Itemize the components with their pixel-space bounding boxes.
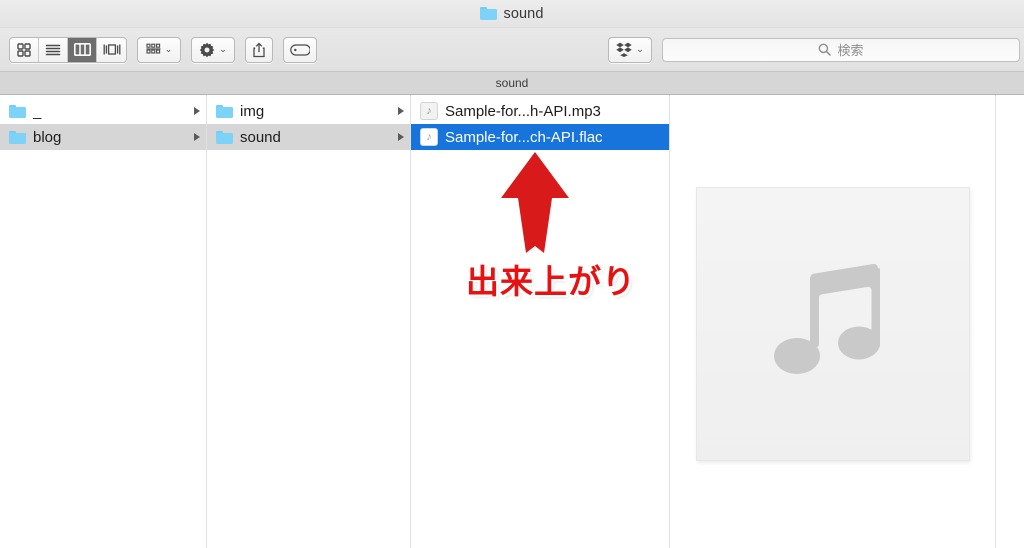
search-placeholder: 検索 (837, 43, 864, 58)
chevron-right-icon (194, 107, 200, 115)
preview-thumbnail (696, 187, 970, 461)
arrange-button[interactable]: ⌄ (137, 36, 181, 63)
list-item[interactable]: ♪ Sample-for...h-API.mp3 (411, 98, 669, 124)
music-file-icon: ♪ (420, 128, 438, 146)
share-button[interactable] (245, 36, 273, 63)
chevron-right-icon (398, 107, 404, 115)
coverflow-view-button[interactable] (97, 37, 126, 62)
chevron-down-icon: ⌄ (636, 44, 644, 54)
arrange-icon (146, 43, 161, 54)
column-3[interactable]: ♪ Sample-for...h-API.mp3 ♪ Sample-for...… (411, 95, 670, 548)
list-icon (45, 44, 61, 55)
search-icon (819, 43, 832, 56)
share-icon (253, 42, 265, 57)
folder-icon (216, 104, 233, 118)
chevron-down-icon: ⌄ (164, 44, 173, 54)
folder-icon (9, 104, 26, 118)
grid-icon (17, 42, 31, 57)
dropbox-icon (616, 42, 632, 57)
action-button[interactable]: ⌄ (191, 36, 235, 63)
list-view-button[interactable] (39, 37, 68, 62)
toolbar-left-group: ⌄ ⌄ (0, 36, 317, 63)
column-browser: _ blog img sound ♪ Sample-for...h-API.mp… (0, 95, 1024, 548)
dropbox-button[interactable]: ⌄ (608, 36, 652, 63)
column-view-button[interactable] (68, 37, 97, 62)
search-input[interactable]: 検索 (662, 37, 1020, 62)
coverflow-icon (103, 44, 120, 55)
tag-icon (290, 43, 310, 56)
column-5[interactable] (996, 95, 1024, 548)
window-title-group: sound (480, 6, 543, 22)
folder-icon (9, 130, 26, 144)
list-item[interactable]: sound (207, 124, 410, 150)
preview-content (670, 98, 996, 548)
music-note-icon (774, 264, 880, 374)
folder-icon (216, 130, 233, 144)
toolbar: ⌄ ⌄ ⌄ 検索 (0, 28, 1024, 72)
chevron-right-icon (194, 133, 200, 141)
music-file-icon: ♪ (420, 102, 438, 120)
list-item-label: Sample-for...ch-API.flac (445, 128, 603, 146)
list-item[interactable]: ♪ Sample-for...ch-API.flac (411, 124, 669, 150)
list-item-label: blog (33, 128, 62, 146)
gear-icon (200, 42, 215, 57)
page-title: sound (503, 5, 544, 22)
column-2[interactable]: img sound (207, 95, 411, 548)
list-item-label: Sample-for...h-API.mp3 (445, 102, 601, 120)
finder-window: sound ⌄ ⌄ ⌄ 検索 sound _ blog img sound ♪ … (0, 0, 1024, 548)
list-item-label: img (240, 102, 265, 120)
view-mode-segmented-control[interactable] (9, 36, 127, 63)
list-item[interactable]: blog (0, 124, 206, 150)
list-item-label: _ (33, 102, 42, 120)
preview-pane (670, 95, 996, 548)
list-item-label: sound (240, 128, 281, 146)
column-1[interactable]: _ blog (0, 95, 207, 548)
tag-button[interactable] (283, 36, 317, 63)
list-item[interactable]: _ (0, 98, 206, 124)
path-bar-label: sound (495, 76, 529, 90)
chevron-down-icon: ⌄ (219, 44, 227, 54)
chevron-right-icon (398, 133, 404, 141)
folder-icon (480, 7, 498, 20)
path-bar: sound (0, 72, 1024, 95)
list-item[interactable]: img (207, 98, 410, 124)
icon-view-button[interactable] (10, 37, 39, 62)
toolbar-right-group: ⌄ 検索 (608, 36, 1024, 63)
title-bar: sound (0, 0, 1024, 28)
columns-icon (73, 43, 91, 56)
